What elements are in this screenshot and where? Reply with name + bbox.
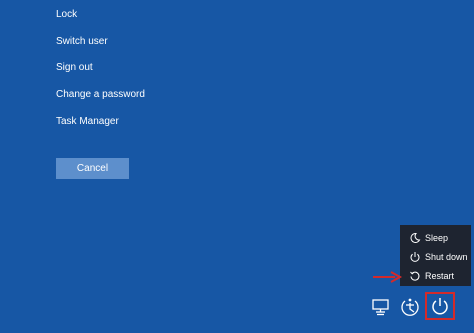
power-icon <box>405 251 425 263</box>
lock-option[interactable]: Lock <box>56 8 77 22</box>
power-button[interactable] <box>425 292 455 320</box>
switch-user-option[interactable]: Switch user <box>56 35 108 49</box>
restart-icon <box>405 270 425 282</box>
sign-out-option[interactable]: Sign out <box>56 61 93 75</box>
sleep-option[interactable]: Sleep <box>400 228 471 247</box>
power-icon <box>432 298 448 315</box>
shut-down-option[interactable]: Shut down <box>400 247 471 266</box>
sleep-label: Sleep <box>425 232 449 243</box>
moon-icon <box>405 232 425 244</box>
change-password-option[interactable]: Change a password <box>56 88 145 102</box>
restart-label: Restart <box>425 270 455 281</box>
restart-option[interactable]: Restart <box>400 266 471 285</box>
network-icon[interactable] <box>370 296 392 318</box>
shut-down-label: Shut down <box>425 251 468 262</box>
arrow-icon <box>373 271 403 283</box>
task-manager-option[interactable]: Task Manager <box>56 115 119 129</box>
cancel-button[interactable]: Cancel <box>56 158 129 179</box>
ease-of-access-icon[interactable] <box>398 296 422 318</box>
power-options-menu: Sleep Shut down Restart <box>400 225 471 286</box>
